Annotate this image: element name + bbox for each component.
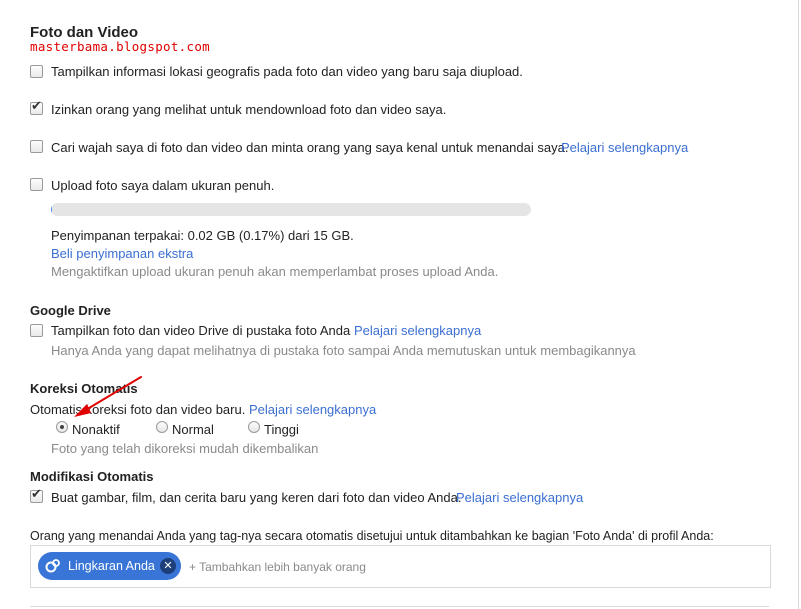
- auto-awesome-label: Buat gambar, film, dan cerita baru yang …: [51, 490, 462, 505]
- radio-normal[interactable]: [156, 421, 168, 433]
- upload-note: Mengaktifkan upload ukuran penuh akan me…: [51, 264, 499, 279]
- radio-nonaktif-label: Nonaktif: [72, 422, 120, 437]
- download-label: Izinkan orang yang melihat untuk mendown…: [51, 102, 447, 117]
- tag-approval-description: Orang yang menandai Anda yang tag-nya se…: [30, 529, 714, 543]
- geo-label: Tampilkan informasi lokasi geografis pad…: [51, 64, 523, 79]
- add-more-people[interactable]: + Tambahkan lebih banyak orang: [189, 560, 366, 574]
- circle-chip[interactable]: Lingkaran Anda ✕: [38, 552, 181, 580]
- storage-progress-bar: [51, 203, 531, 216]
- section-title-auto-fix: Koreksi Otomatis: [30, 381, 138, 396]
- download-checkbox[interactable]: ✔: [30, 99, 43, 115]
- chip-label: Lingkaran Anda: [68, 559, 155, 573]
- share-input-box[interactable]: Lingkaran Anda ✕ + Tambahkan lebih banya…: [30, 545, 771, 588]
- upload-full-label: Upload foto saya dalam ukuran penuh.: [51, 178, 275, 193]
- auto-fix-learn-more-link[interactable]: Pelajari selengkapnya: [249, 402, 376, 417]
- auto-fix-note: Foto yang telah dikoreksi mudah dikembal…: [51, 441, 319, 456]
- section-title-drive: Google Drive: [30, 303, 111, 318]
- checkmark-icon: ✔: [31, 487, 42, 502]
- radio-normal-label: Normal: [172, 422, 214, 437]
- remove-chip-icon[interactable]: ✕: [160, 558, 176, 574]
- auto-awesome-learn-more-link[interactable]: Pelajari selengkapnya: [456, 490, 583, 505]
- buy-storage-link[interactable]: Beli penyimpanan ekstra: [51, 246, 193, 261]
- radio-nonaktif[interactable]: [56, 421, 68, 433]
- auto-fix-description: Otomatis koreksi foto dan video baru.: [30, 402, 246, 417]
- drive-note: Hanya Anda yang dapat melihatnya di pust…: [51, 343, 636, 358]
- panel-right-border: [798, 0, 799, 609]
- drive-learn-more-link[interactable]: Pelajari selengkapnya: [354, 323, 481, 338]
- checkmark-icon: ✔: [31, 99, 42, 114]
- face-learn-more-link[interactable]: Pelajari selengkapnya: [561, 140, 688, 155]
- auto-awesome-checkbox[interactable]: ✔: [30, 487, 43, 503]
- watermark-text: masterbama.blogspot.com: [30, 39, 210, 54]
- radio-tinggi-label: Tinggi: [264, 422, 299, 437]
- upload-full-checkbox[interactable]: [30, 178, 43, 191]
- storage-progress-fill: [51, 203, 52, 216]
- radio-tinggi[interactable]: [248, 421, 260, 433]
- face-checkbox[interactable]: [30, 140, 43, 153]
- face-label: Cari wajah saya di foto dan video dan mi…: [51, 140, 569, 155]
- bottom-divider: [30, 606, 769, 607]
- geo-checkbox[interactable]: [30, 65, 43, 78]
- radio-selected-dot: [60, 425, 64, 429]
- drive-checkbox[interactable]: [30, 324, 43, 337]
- section-title-auto-awesome: Modifikasi Otomatis: [30, 469, 154, 484]
- drive-label: Tampilkan foto dan video Drive di pustak…: [51, 323, 351, 338]
- annotation-arrow-icon: [74, 376, 142, 417]
- circles-icon: [45, 559, 60, 573]
- storage-used-text: Penyimpanan terpakai: 0.02 GB (0.17%) da…: [51, 228, 354, 243]
